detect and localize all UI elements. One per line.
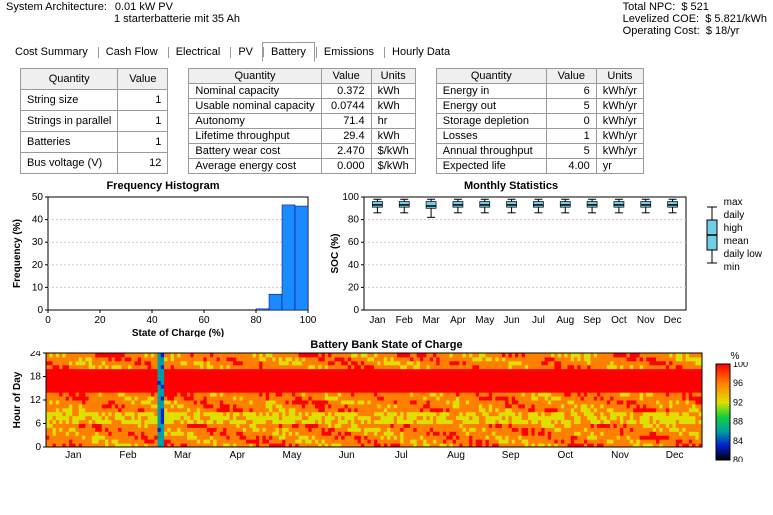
table-row: Lifetime throughput29.4kWh: [189, 129, 415, 144]
coe-label: Levelized COE:: [623, 13, 699, 25]
svg-text:6: 6: [35, 419, 41, 430]
svg-text:0: 0: [35, 442, 41, 453]
monthly-statistics: Monthly Statistics 0 20 40 60 80 100 Jan Feb Mar…: [326, 180, 696, 337]
frequency-histogram: Frequency Histogram 0 10 20 30 40 50 0 20 40 60 80…: [8, 180, 318, 337]
opcost-label: Operating Cost:: [623, 25, 700, 37]
table-row: Storage depletion0kWh/yr: [436, 114, 643, 129]
svg-text:Jun: Jun: [504, 315, 520, 326]
table-row: Battery wear cost2.470$/kWh: [189, 144, 415, 159]
svg-text:May: May: [475, 315, 494, 326]
legend-item: daily low: [724, 248, 765, 261]
opcost-value: $ 18/yr: [706, 25, 740, 37]
svg-text:12: 12: [30, 395, 42, 406]
legend-item: min: [724, 261, 765, 274]
svg-text:20: 20: [94, 315, 106, 326]
svg-text:Feb: Feb: [396, 315, 414, 326]
table-row: Energy in6kWh/yr: [436, 84, 643, 99]
charts-row: Frequency Histogram 0 10 20 30 40 50 0 20 40 60 80…: [0, 178, 773, 339]
table-row: Expected life4.00yr: [436, 159, 643, 174]
svg-text:0: 0: [45, 315, 51, 326]
svg-text:Aug: Aug: [556, 315, 574, 326]
tab-cash-flow[interactable]: Cash Flow: [97, 42, 167, 62]
coe-value: $ 5.821/kWh: [705, 13, 767, 25]
col-header: Value: [118, 69, 168, 90]
colorbar-label: %: [714, 351, 756, 362]
legend-item: daily high: [724, 209, 765, 235]
svg-text:30: 30: [32, 237, 44, 248]
svg-text:100: 100: [342, 192, 359, 203]
table-row: Strings in parallel1: [21, 111, 168, 132]
header-bar: System Architecture: 0.01 kW PV 1 starte…: [0, 0, 773, 38]
table-row: Average energy cost0.000$/kWh: [189, 159, 415, 174]
svg-text:Mar: Mar: [422, 315, 440, 326]
table-capacity: QuantityValueUnitsNominal capacity0.372k…: [188, 68, 415, 174]
legend-item: max: [724, 196, 765, 209]
heatmap-title: Battery Bank State of Charge: [8, 339, 765, 351]
npc-label: Total NPC:: [623, 1, 676, 13]
svg-text:10: 10: [32, 282, 44, 293]
svg-text:60: 60: [348, 237, 360, 248]
table-row: Autonomy71.4hr: [189, 114, 415, 129]
svg-text:40: 40: [146, 315, 158, 326]
tables-row: QuantityValueString size1Strings in para…: [0, 62, 773, 178]
tab-electrical[interactable]: Electrical: [167, 42, 230, 62]
col-header: Value: [546, 69, 596, 84]
table-strings: QuantityValueString size1Strings in para…: [20, 68, 168, 174]
svg-text:Frequency (%): Frequency (%): [12, 219, 23, 288]
legend-item: mean: [724, 235, 765, 248]
svg-text:60: 60: [198, 315, 210, 326]
svg-text:80: 80: [250, 315, 262, 326]
svg-text:Nov: Nov: [637, 315, 655, 326]
arch-batt: 1 starterbatterie mit 35 Ah: [114, 13, 240, 25]
battery-soc-heatmap: Battery Bank State of Charge 06121824Jan…: [0, 339, 773, 467]
table-row: Losses1kWh/yr: [436, 129, 643, 144]
col-header: Units: [371, 69, 415, 84]
col-header: Quantity: [21, 69, 118, 90]
svg-text:50: 50: [32, 192, 44, 203]
svg-text:0: 0: [37, 305, 43, 316]
col-header: Value: [321, 69, 371, 84]
svg-text:State of Charge (%): State of Charge (%): [132, 328, 224, 337]
freq-title: Frequency Histogram: [8, 180, 318, 192]
svg-text:Dec: Dec: [664, 315, 682, 326]
svg-text:Sep: Sep: [583, 315, 601, 326]
col-header: Units: [596, 69, 643, 84]
svg-text:Apr: Apr: [450, 315, 466, 326]
table-row: Nominal capacity0.372kWh: [189, 84, 415, 99]
tab-strip: Cost SummaryCash FlowElectricalPVBattery…: [0, 42, 773, 62]
colorbar: % 8084889296100: [714, 351, 756, 462]
tab-hourly-data[interactable]: Hourly Data: [383, 42, 459, 62]
svg-text:20: 20: [348, 282, 360, 293]
table-energy: QuantityValueUnitsEnergy in6kWh/yrEnergy…: [436, 68, 644, 174]
table-row: Annual throughput5kWh/yr: [436, 144, 643, 159]
svg-text:Oct: Oct: [611, 315, 627, 326]
table-row: String size1: [21, 90, 168, 111]
svg-text:40: 40: [32, 215, 44, 226]
svg-text:SOC (%): SOC (%): [330, 234, 341, 274]
tab-cost-summary[interactable]: Cost Summary: [6, 42, 97, 62]
tab-pv[interactable]: PV: [229, 42, 262, 62]
tab-emissions[interactable]: Emissions: [315, 42, 383, 62]
svg-text:Jul: Jul: [532, 315, 545, 326]
monthly-title: Monthly Statistics: [326, 180, 696, 192]
npc-value: $ 521: [681, 1, 709, 13]
col-header: Quantity: [436, 69, 546, 84]
arch-pv: 0.01 kW PV: [115, 1, 173, 13]
svg-text:100: 100: [300, 315, 317, 326]
svg-text:40: 40: [348, 260, 360, 271]
svg-text:80: 80: [348, 215, 360, 226]
col-header: Quantity: [189, 69, 321, 84]
svg-text:0: 0: [353, 305, 359, 316]
svg-text:Jan: Jan: [369, 315, 385, 326]
table-row: Bus voltage (V)12: [21, 153, 168, 174]
table-row: Energy out5kWh/yr: [436, 99, 643, 114]
table-row: Batteries1: [21, 132, 168, 153]
table-row: Usable nominal capacity0.0744kWh: [189, 99, 415, 114]
svg-text:20: 20: [32, 260, 44, 271]
arch-label: System Architecture:: [6, 1, 107, 13]
tab-battery[interactable]: Battery: [262, 42, 315, 62]
monthly-legend: maxdaily highmeandaily lowmin: [704, 180, 765, 274]
